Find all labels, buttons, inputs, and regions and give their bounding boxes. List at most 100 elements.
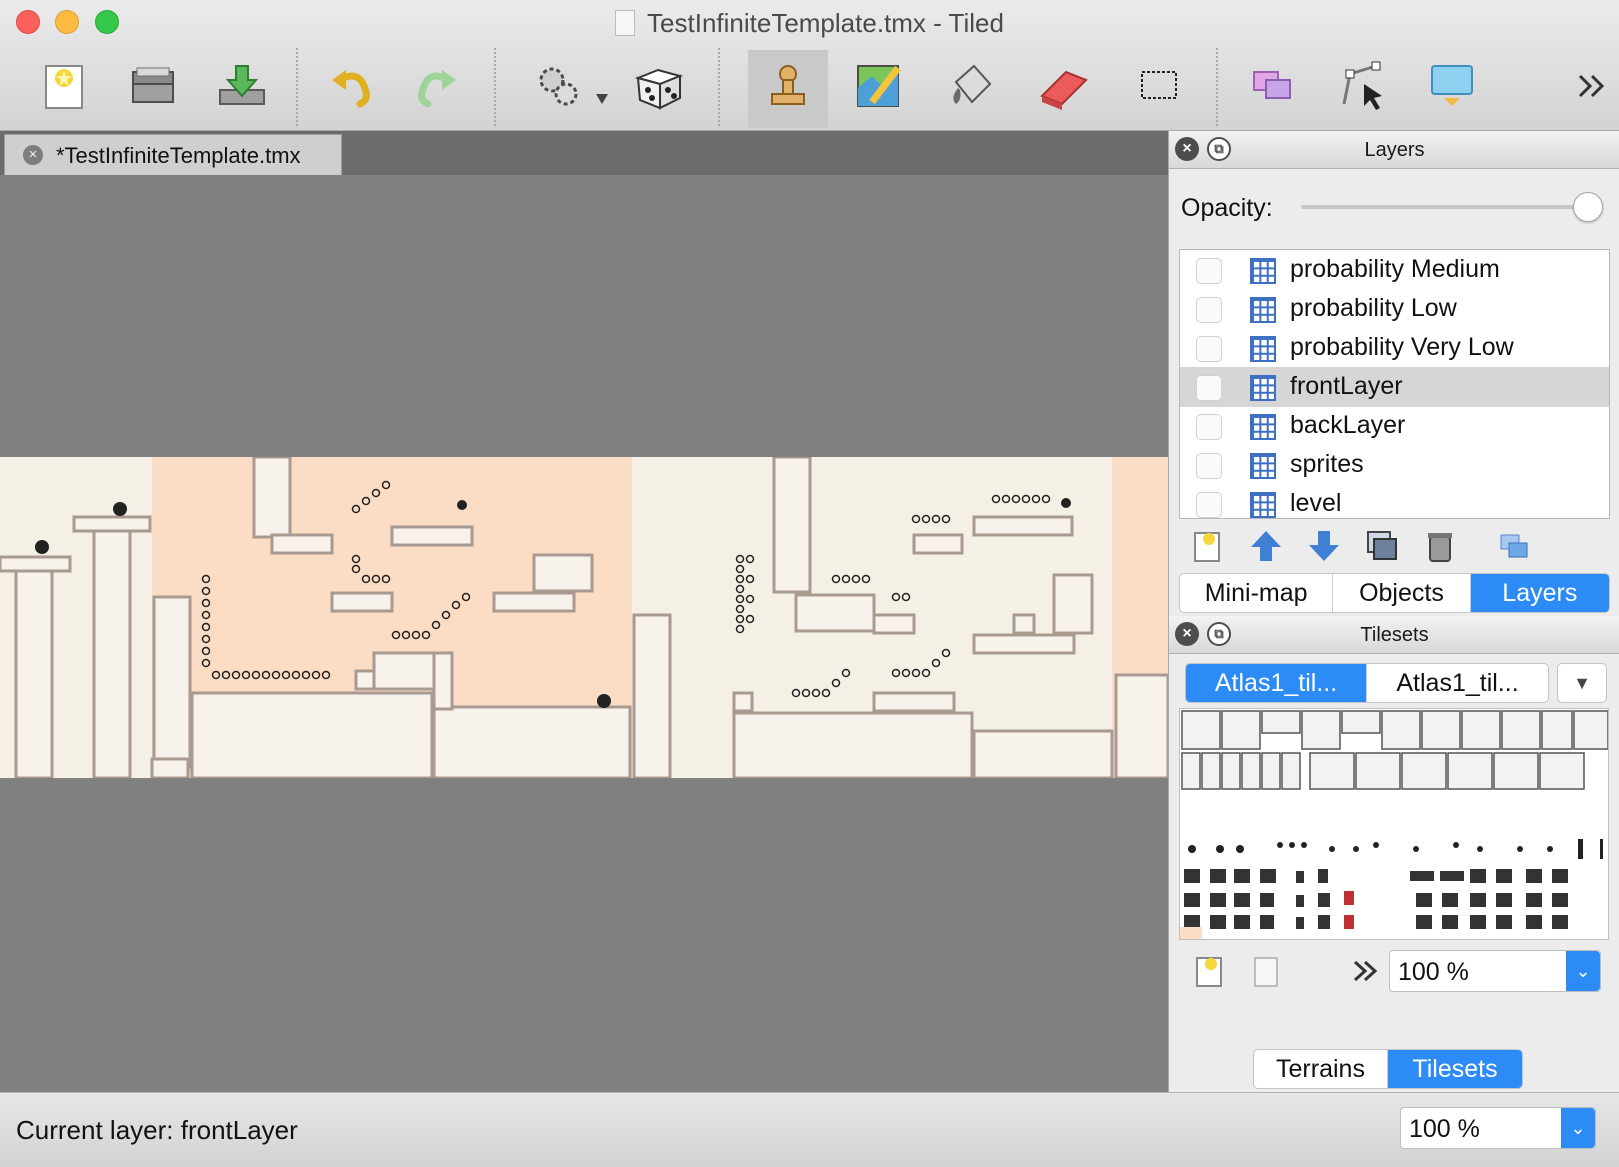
- map-coin: [801, 688, 811, 698]
- tileset-tile: [1477, 846, 1483, 852]
- map-tile: [92, 525, 132, 778]
- tab-mini-map[interactable]: Mini-map: [1180, 574, 1334, 612]
- layer-row[interactable]: probability Medium: [1180, 250, 1609, 290]
- tileset-menu-button[interactable]: ▼: [1557, 663, 1607, 703]
- toolbar-separator: [718, 48, 720, 126]
- edit-polygons-button[interactable]: [1334, 58, 1390, 114]
- select-objects-button[interactable]: [1246, 58, 1302, 114]
- eraser-button[interactable]: [1036, 58, 1092, 114]
- layer-visibility-checkbox[interactable]: [1196, 453, 1222, 479]
- layer-name: probability Low: [1290, 294, 1457, 322]
- tileset-tile: [1381, 710, 1421, 750]
- tileset-zoom-select[interactable]: 100 % ⌄: [1389, 950, 1601, 992]
- layer-visibility-checkbox[interactable]: [1196, 258, 1222, 284]
- double-chevron-icon: [1578, 74, 1605, 98]
- chevron-down-icon[interactable]: ⌄: [1561, 1108, 1595, 1148]
- tile-layer-icon: [1250, 414, 1276, 440]
- map-coin: [735, 564, 745, 574]
- layer-row[interactable]: backLayer: [1180, 406, 1609, 446]
- tileset-tile: [1277, 842, 1283, 848]
- layer-visibility-checkbox[interactable]: [1196, 375, 1222, 401]
- layer-visibility-checkbox[interactable]: [1196, 297, 1222, 323]
- tileset-tile: [1496, 869, 1512, 883]
- stamp-brush-button[interactable]: [748, 50, 828, 128]
- import-tileset-icon: [1254, 957, 1278, 987]
- tab-layers[interactable]: Layers: [1470, 574, 1609, 612]
- lower-layer-button[interactable]: [1307, 529, 1341, 563]
- map-coin: [941, 648, 951, 658]
- undo-button[interactable]: [324, 58, 380, 114]
- tileset-tile: [1373, 842, 1379, 848]
- tileset-tile: [1344, 915, 1354, 929]
- new-tileset-button[interactable]: [1193, 954, 1227, 988]
- new-layer-button[interactable]: [1191, 529, 1225, 563]
- layer-row-selected[interactable]: frontLayer: [1180, 367, 1609, 407]
- more-tileset-tools-button[interactable]: [1349, 954, 1383, 988]
- tileset-tile: [1296, 917, 1304, 929]
- tileset-tile: [1260, 915, 1274, 929]
- layer-visibility-checkbox[interactable]: [1196, 336, 1222, 362]
- layer-name: frontLayer: [1290, 372, 1403, 400]
- tile-map[interactable]: [0, 457, 1168, 778]
- tileset-tile: [1210, 893, 1226, 907]
- open-button[interactable]: [125, 58, 181, 114]
- map-coin: [991, 494, 1001, 504]
- save-button[interactable]: [214, 58, 270, 114]
- raise-layer-button[interactable]: [1249, 529, 1283, 563]
- layer-row[interactable]: probability Low: [1180, 289, 1609, 329]
- rectangle-select-icon: [1141, 71, 1177, 99]
- new-map-button[interactable]: [38, 58, 94, 114]
- document-tab[interactable]: × *TestInfiniteTemplate.tmx: [4, 134, 342, 175]
- close-tab-icon[interactable]: ×: [23, 145, 43, 165]
- arrow-down-icon: [1309, 531, 1339, 561]
- layer-list[interactable]: probability Medium probability Low proba…: [1179, 249, 1610, 519]
- insert-tile-button[interactable]: [1424, 58, 1480, 114]
- map-tile: [432, 705, 632, 778]
- map-coin: [735, 584, 745, 594]
- commands-button[interactable]: [532, 58, 616, 114]
- tileset-tile: [1318, 893, 1330, 907]
- rectangle-select-button[interactable]: [1132, 58, 1188, 114]
- bucket-fill-button[interactable]: [944, 58, 1000, 114]
- tab-tileset-2[interactable]: Atlas1_til...: [1367, 664, 1548, 702]
- layer-visibility-checkbox[interactable]: [1196, 492, 1222, 518]
- redo-button[interactable]: [408, 58, 464, 114]
- tileset-view[interactable]: [1179, 708, 1609, 940]
- layer-row[interactable]: sprites: [1180, 445, 1609, 485]
- tileset-tile: [1309, 752, 1355, 790]
- chevron-down-icon[interactable]: ⌄: [1566, 951, 1600, 991]
- map-zoom-select[interactable]: 100 % ⌄: [1400, 1107, 1596, 1149]
- tileset-tile: [1236, 845, 1244, 853]
- opacity-slider-handle[interactable]: [1573, 192, 1603, 222]
- map-canvas[interactable]: [0, 175, 1168, 1092]
- tileset-tile: [1221, 752, 1241, 790]
- tileset-tile: [1344, 891, 1354, 905]
- tileset-tile: [1517, 846, 1523, 852]
- delete-layer-button[interactable]: [1423, 529, 1457, 563]
- layer-visibility-checkbox[interactable]: [1196, 414, 1222, 440]
- tab-terrains[interactable]: Terrains: [1254, 1050, 1388, 1088]
- duplicate-layer-button[interactable]: [1365, 529, 1399, 563]
- layer-row[interactable]: probability Very Low: [1180, 328, 1609, 368]
- tileset-tile: [1289, 842, 1295, 848]
- opacity-slider[interactable]: [1301, 205, 1591, 209]
- map-tile: [432, 651, 454, 711]
- map-tile: [732, 711, 974, 778]
- tileset-tile: [1216, 845, 1224, 853]
- save-download-icon: [219, 65, 265, 105]
- import-tileset-button[interactable]: [1249, 954, 1283, 988]
- map-tile: [732, 691, 754, 713]
- tab-tilesets[interactable]: Tilesets: [1388, 1050, 1522, 1088]
- edit-polygons-icon: [1342, 61, 1382, 110]
- random-mode-button[interactable]: [632, 58, 688, 114]
- tileset-tile: [1181, 710, 1221, 750]
- tab-tileset-1[interactable]: Atlas1_til...: [1186, 664, 1367, 702]
- map-tile: [270, 533, 334, 555]
- map-sprite: [1061, 498, 1071, 508]
- tab-objects[interactable]: Objects: [1333, 574, 1471, 612]
- terrain-brush-button[interactable]: [852, 58, 908, 114]
- toolbar-separator: [296, 48, 298, 126]
- layer-row[interactable]: level: [1180, 484, 1609, 518]
- layer-properties-button[interactable]: [1497, 529, 1531, 563]
- more-tools-button[interactable]: [1572, 58, 1612, 114]
